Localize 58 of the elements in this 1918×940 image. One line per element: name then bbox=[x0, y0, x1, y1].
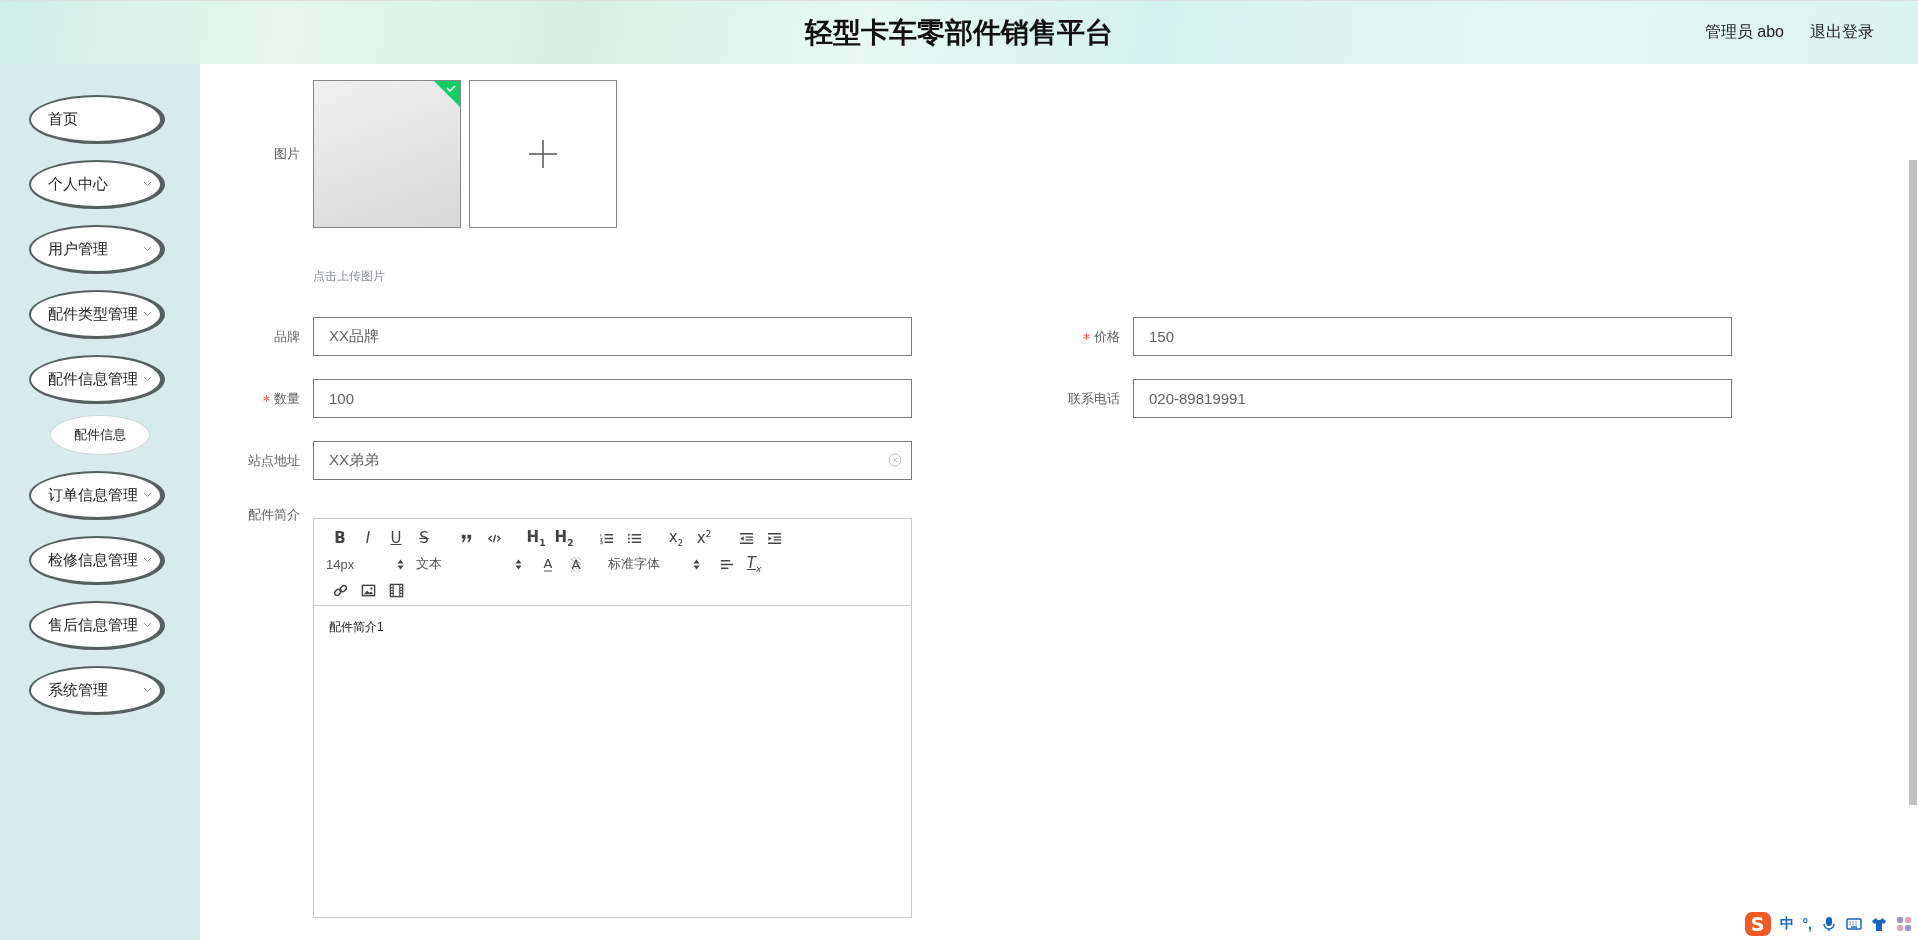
sidebar-menu-item[interactable]: 配件信息管理 bbox=[29, 355, 165, 404]
strikethrough-button[interactable]: S bbox=[410, 527, 438, 549]
indent-icon bbox=[766, 530, 782, 546]
text-input[interactable]: XX品牌 bbox=[313, 317, 912, 356]
script-button[interactable]: x$^{2}$ bbox=[690, 527, 718, 549]
field-label: 价格 bbox=[912, 327, 1133, 346]
format-dropdown[interactable]: 标准字体 bbox=[608, 553, 712, 575]
sidebar-menu-item[interactable]: 检修信息管理 bbox=[29, 536, 165, 585]
up-down-arrows-icon bbox=[693, 558, 700, 570]
sidebar-menu-item[interactable]: 系统管理 bbox=[29, 666, 165, 715]
shirt-icon[interactable] bbox=[1871, 916, 1887, 932]
text-input[interactable]: XX弟弟 bbox=[313, 441, 912, 480]
input-mode-toggle[interactable]: 中 bbox=[1779, 915, 1794, 933]
field-label: 品牌 bbox=[273, 327, 301, 346]
text-input[interactable]: 020-89819991 bbox=[1133, 379, 1732, 418]
link-icon bbox=[332, 582, 348, 598]
plus-icon bbox=[529, 140, 557, 168]
outdent-icon bbox=[738, 530, 754, 546]
background-color-button[interactable]: A bbox=[562, 553, 590, 575]
logout-link[interactable]: 退出登录 bbox=[1810, 22, 1874, 43]
text-color-button[interactable]: A bbox=[534, 553, 562, 575]
up-down-arrows-icon bbox=[515, 558, 522, 570]
heading-button[interactable]: H$_{2}$ bbox=[550, 527, 578, 549]
user-name: 管理员 abo bbox=[1704, 22, 1784, 42]
sidebar-menu-item[interactable]: 用户管理 bbox=[29, 225, 165, 274]
film-icon bbox=[388, 582, 404, 598]
field-label: 站点地址 bbox=[247, 451, 301, 470]
sidebar-menu-item[interactable]: 订单信息管理 bbox=[29, 471, 165, 520]
upload-hint: 点击上传图片 bbox=[313, 268, 385, 285]
punctuation-toggle[interactable]: °, bbox=[1802, 916, 1812, 932]
field-label: 图片 bbox=[273, 145, 301, 163]
sidebar-menu-item[interactable]: 配件类型管理 bbox=[29, 290, 165, 339]
field-label: 配件简介 bbox=[247, 506, 301, 524]
italic-button[interactable]: I bbox=[354, 527, 382, 549]
clear-format-button[interactable]: T$_{x}$ bbox=[740, 553, 768, 575]
editor-content[interactable]: 配件简介1 bbox=[314, 606, 911, 649]
text-input[interactable]: 150 bbox=[1133, 317, 1732, 356]
sidebar-menu-item[interactable]: 售后信息管理 bbox=[29, 601, 165, 650]
text-input[interactable]: 100 bbox=[313, 379, 912, 418]
heading-button[interactable]: H$_{1}$ bbox=[522, 527, 550, 549]
upload-button[interactable] bbox=[469, 80, 617, 228]
sidebar-menu-item[interactable]: 首页 bbox=[29, 95, 165, 144]
format-dropdown[interactable]: 文本 bbox=[416, 553, 534, 575]
field-label: 数量 bbox=[200, 389, 313, 408]
image-icon bbox=[360, 582, 376, 598]
sidebar-menu-item[interactable]: 个人中心 bbox=[29, 160, 165, 209]
app-grid-icon[interactable] bbox=[1896, 916, 1912, 932]
up-down-arrows-icon bbox=[397, 558, 404, 570]
scrollbar-thumb[interactable] bbox=[1909, 160, 1917, 805]
sidebar-submenu-item[interactable]: 配件信息 bbox=[50, 415, 150, 455]
format-dropdown[interactable]: 14px bbox=[326, 553, 416, 575]
microphone-icon[interactable] bbox=[1821, 916, 1837, 932]
underline-button[interactable]: U bbox=[382, 527, 410, 549]
field-label: 联系电话 bbox=[1067, 389, 1121, 408]
script-button[interactable]: x$_{2}$ bbox=[662, 527, 690, 549]
bold-button[interactable]: B bbox=[326, 527, 354, 549]
page-title: 轻型卡车零部件销售平台 bbox=[805, 15, 1113, 50]
keyboard-icon[interactable] bbox=[1846, 916, 1862, 932]
